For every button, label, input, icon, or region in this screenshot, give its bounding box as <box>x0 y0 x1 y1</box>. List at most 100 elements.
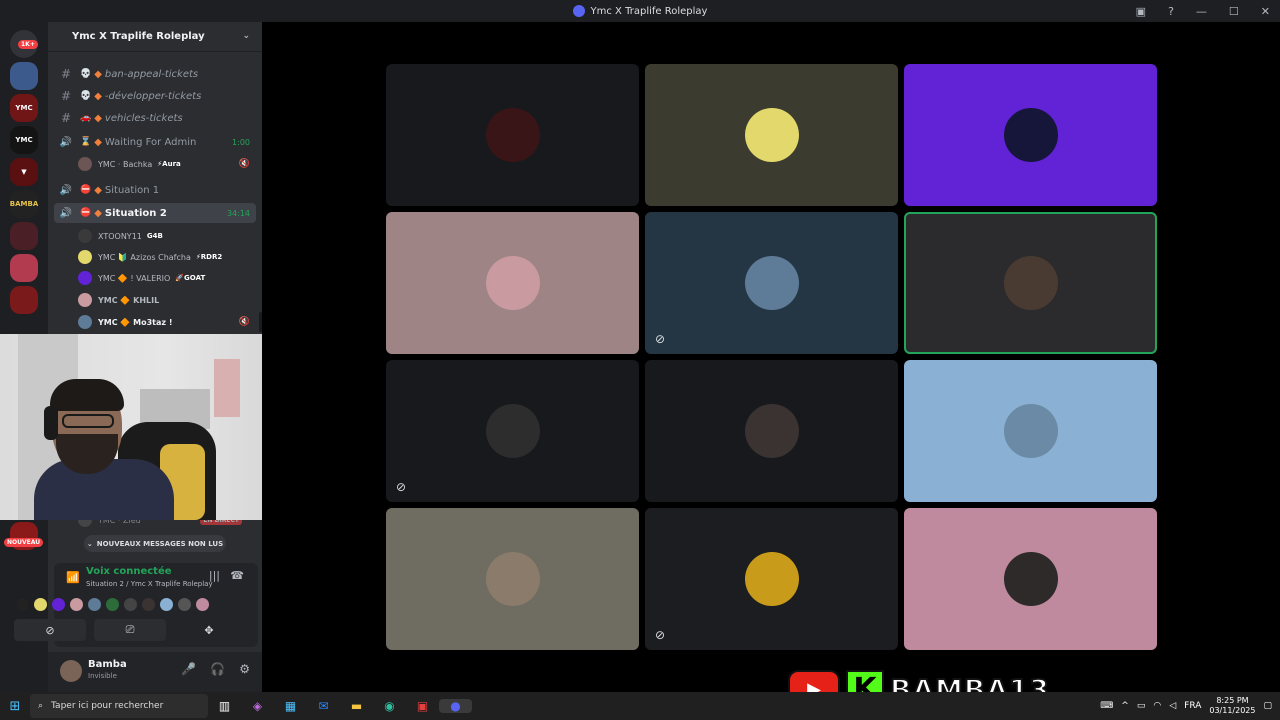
channel-ban-appeal[interactable]: # 💀 ◆ ban-appeal-tickets <box>54 64 256 84</box>
server-icon-7[interactable] <box>10 254 38 282</box>
voice-channel-situation-1[interactable]: 🔊 ⛔ ◆ Situation 1 <box>54 180 256 200</box>
diamond-icon: ◆ <box>94 90 102 102</box>
disconnect-icon[interactable]: ☎ <box>230 569 244 582</box>
video-tile[interactable] <box>904 212 1157 354</box>
server-icon-8[interactable] <box>10 286 38 314</box>
video-tile[interactable] <box>386 508 639 650</box>
notification-icon[interactable]: ▢ <box>1263 701 1272 711</box>
video-tile[interactable]: ⊘ <box>645 212 898 354</box>
folder-icon[interactable]: ▬ <box>340 699 373 713</box>
participant-avatar[interactable] <box>16 598 29 611</box>
server-icon-1[interactable] <box>10 62 38 90</box>
voice-user[interactable]: YMC 🔰 Azizos Chafcha ⚡RDR2 <box>78 247 256 267</box>
participant-avatar <box>1003 256 1058 310</box>
voice-user[interactable]: YMC 🔶 ! VALERIO 🚀GOAT <box>78 268 256 288</box>
volume-icon[interactable]: ◁ <box>1169 701 1176 711</box>
avatar <box>78 229 92 243</box>
voice-user[interactable]: YMC 🔶 KHLIL <box>78 290 256 310</box>
server-icon-4[interactable]: ▼ <box>10 158 38 186</box>
inbox-icon[interactable]: ▣ <box>1136 5 1146 18</box>
participant-avatar[interactable] <box>124 598 137 611</box>
voice-user[interactable]: YMC · Bachka ⚡Aura 🔇 <box>78 154 256 174</box>
participant-avatar[interactable] <box>142 598 155 611</box>
server-icon-6[interactable] <box>10 222 38 250</box>
unread-messages-pill[interactable]: ⌄ NOUVEAUX MESSAGES NON LUS <box>84 535 226 552</box>
keyboard-icon[interactable]: ⌨ <box>1100 701 1113 711</box>
hash-icon: # <box>60 89 72 103</box>
voice-status[interactable]: Voix connectée <box>86 566 172 577</box>
video-tile[interactable] <box>386 64 639 206</box>
server-icon-5[interactable]: BAMBA <box>10 190 38 218</box>
system-tray: ⌨ ^ ▭ ◠ ◁ FRA 8:25 PM 03/11/2025 ▢ <box>1100 692 1272 720</box>
video-tile[interactable] <box>904 508 1157 650</box>
participant-avatar[interactable] <box>70 598 83 611</box>
camera-off-button[interactable]: ⊘ <box>14 619 86 641</box>
participant-avatar[interactable] <box>160 598 173 611</box>
video-tile[interactable]: ⊘ <box>386 360 639 502</box>
minimize-button[interactable]: — <box>1196 5 1207 18</box>
help-icon[interactable]: ? <box>1168 5 1174 18</box>
voice-channel-waiting[interactable]: 🔊 ⌛ ◆ Waiting For Admin 1:00 <box>54 132 256 152</box>
nouveau-badge: NOUVEAU <box>4 538 44 547</box>
voice-channel-situation-2[interactable]: 🔊 ⛔ ◆ Situation 2 34:14 <box>54 203 256 223</box>
activities-button[interactable]: ✥ <box>174 619 244 641</box>
participant-avatar[interactable] <box>196 598 209 611</box>
gear-icon[interactable]: ⚙ <box>239 662 250 676</box>
voice-location[interactable]: Situation 2 / Ymc X Traplife Roleplay <box>86 580 213 588</box>
participant-avatar[interactable] <box>106 598 119 611</box>
channel-developper[interactable]: # 💀 ◆ -développer-tickets <box>54 86 256 106</box>
video-tile[interactable] <box>386 212 639 354</box>
channel-vehicles[interactable]: # 🚗 ◆ vehicles-tickets <box>54 108 256 128</box>
user-name[interactable]: Bamba <box>88 659 127 670</box>
close-button[interactable]: ✕ <box>1261 5 1270 18</box>
noise-suppression-icon[interactable]: ||| <box>209 569 220 582</box>
participant-avatar[interactable] <box>88 598 101 611</box>
video-tile[interactable] <box>904 360 1157 502</box>
network-icon[interactable]: ▭ <box>1137 701 1146 711</box>
clock-date: 03/11/2025 <box>1209 706 1256 715</box>
hash-icon: # <box>60 67 72 81</box>
clock[interactable]: 8:25 PM 03/11/2025 <box>1209 696 1255 716</box>
guild-name: Ymc X Traplife Roleplay <box>72 31 205 42</box>
wall-frame <box>214 359 240 417</box>
language[interactable]: FRA <box>1184 701 1201 711</box>
maximize-button[interactable]: ☐ <box>1229 5 1239 18</box>
server-icon-3[interactable]: YMC <box>10 126 38 154</box>
copilot-icon[interactable]: ◈ <box>241 699 274 713</box>
user-status: Invisible <box>88 672 117 680</box>
participant-avatar[interactable] <box>34 598 47 611</box>
headphones-icon[interactable]: 🎧 <box>210 662 225 676</box>
task-view-icon[interactable]: ▥ <box>208 699 241 713</box>
signal-icon[interactable]: 📶 <box>66 571 80 584</box>
voice-user[interactable]: YMC 🔶 Mo3taz ! 🔇 <box>78 312 256 332</box>
chevron-up-icon[interactable]: ^ <box>1121 701 1129 711</box>
server-icon-2[interactable]: YMC <box>10 94 38 122</box>
car-icon: 🚗 <box>80 113 92 123</box>
user-tag: ⚡RDR2 <box>195 253 223 261</box>
voice-user[interactable]: XTOONY11 G4B <box>78 226 256 246</box>
store-icon[interactable]: ▦ <box>274 699 307 713</box>
microphone-icon[interactable]: 🎤 <box>181 662 196 676</box>
discord-icon[interactable]: ● <box>439 699 472 713</box>
participant-avatar <box>744 256 799 310</box>
video-tile[interactable] <box>645 360 898 502</box>
user-avatar[interactable] <box>60 660 82 682</box>
mail-icon[interactable]: ✉ <box>307 699 340 713</box>
app-icon[interactable]: ▣ <box>406 699 439 713</box>
screen-share-button[interactable]: ⎚ <box>94 619 166 641</box>
taskbar-search[interactable]: ⌕ Taper ici pour rechercher <box>30 694 208 718</box>
participant-avatar[interactable] <box>178 598 191 611</box>
guild-header[interactable]: Ymc X Traplife Roleplay ⌄ <box>48 22 262 52</box>
windows-start-icon[interactable]: ⊞ <box>0 699 30 714</box>
wifi-icon[interactable]: ◠ <box>1153 701 1161 711</box>
user-tag: G4B <box>146 232 163 240</box>
participant-avatar <box>1003 108 1058 162</box>
user-tag: 🚀GOAT <box>175 274 206 282</box>
streamer-glasses <box>62 414 114 428</box>
video-tile[interactable]: ⊘ <box>645 508 898 650</box>
video-tile[interactable] <box>904 64 1157 206</box>
video-tile[interactable] <box>645 64 898 206</box>
participant-avatar[interactable] <box>52 598 65 611</box>
hash-icon: # <box>60 111 72 125</box>
edge-icon[interactable]: ◉ <box>373 699 406 713</box>
